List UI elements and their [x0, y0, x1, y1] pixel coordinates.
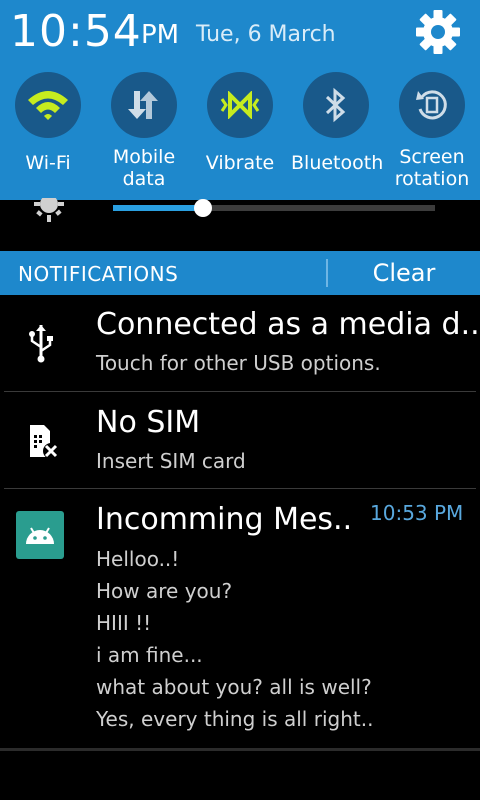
- notification-subtitle: Touch for other USB options.: [96, 351, 381, 375]
- wifi-toggle[interactable]: Wi-Fi: [3, 72, 93, 192]
- vibrate-toggle[interactable]: Vibrate: [195, 72, 285, 192]
- brightness-icon: [28, 198, 70, 226]
- bluetooth-icon: [303, 72, 369, 138]
- clock-ampm: PM: [141, 20, 180, 50]
- notification-usb[interactable]: Connected as a media d.. Touch for other…: [0, 295, 480, 391]
- screen-rotation-label: Screen rotation: [394, 146, 470, 190]
- brightness-slider[interactable]: [113, 199, 435, 217]
- quick-panel-header: 10:54 PM Tue, 6 March Wi-Fi Mobile data …: [0, 0, 480, 200]
- message-line: i am fine...: [96, 643, 203, 667]
- mobile-data-toggle[interactable]: Mobile data: [99, 72, 189, 192]
- no-sim-icon: [16, 416, 66, 466]
- vibrate-icon: [207, 72, 273, 138]
- panel-bottom-border: [0, 748, 480, 751]
- notification-title: Incomming Mes..: [96, 502, 353, 537]
- message-line: Yes, every thing is all right..: [96, 707, 374, 731]
- notifications-title: NOTIFICATIONS: [18, 262, 179, 286]
- notification-subtitle: Insert SIM card: [96, 449, 246, 473]
- notification-title: Connected as a media d..: [96, 307, 480, 342]
- bluetooth-label: Bluetooth: [291, 152, 384, 174]
- message-line: HIII !!: [96, 611, 152, 635]
- message-lines: Helloo..! How are you? HIII !! i am fine…: [96, 543, 373, 735]
- brightness-slider-thumb[interactable]: [194, 199, 213, 217]
- notification-title: No SIM: [96, 405, 201, 440]
- message-line: what about you? all is well?: [96, 675, 372, 699]
- message-line: How are you?: [96, 579, 233, 603]
- usb-icon: [16, 318, 66, 368]
- android-app-icon: [16, 511, 64, 559]
- message-line: Helloo..!: [96, 547, 180, 571]
- mobile-data-icon: [111, 72, 177, 138]
- clock-time: 10:54: [10, 6, 142, 57]
- notification-no-sim[interactable]: No SIM Insert SIM card: [0, 392, 480, 488]
- notification-time: 10:53 PM: [370, 501, 464, 525]
- screen-rotation-icon: [399, 72, 465, 138]
- notification-message[interactable]: Incomming Mes.. 10:53 PM Helloo..! How a…: [0, 489, 480, 747]
- gear-icon[interactable]: [415, 9, 461, 55]
- brightness-row: [0, 198, 480, 250]
- mobile-data-label: Mobile data: [112, 146, 176, 190]
- vibrate-label: Vibrate: [205, 152, 275, 174]
- notifications-header: NOTIFICATIONS Clear: [0, 251, 480, 295]
- screen-rotation-toggle[interactable]: Screen rotation: [387, 72, 477, 192]
- brightness-slider-fill: [113, 205, 204, 211]
- wifi-icon: [15, 72, 81, 138]
- clear-button[interactable]: Clear: [328, 251, 480, 295]
- wifi-label: Wi-Fi: [25, 152, 71, 174]
- date-label: Tue, 6 March: [196, 22, 336, 47]
- status-row: 10:54 PM Tue, 6 March: [0, 0, 480, 66]
- bluetooth-toggle[interactable]: Bluetooth: [291, 72, 384, 192]
